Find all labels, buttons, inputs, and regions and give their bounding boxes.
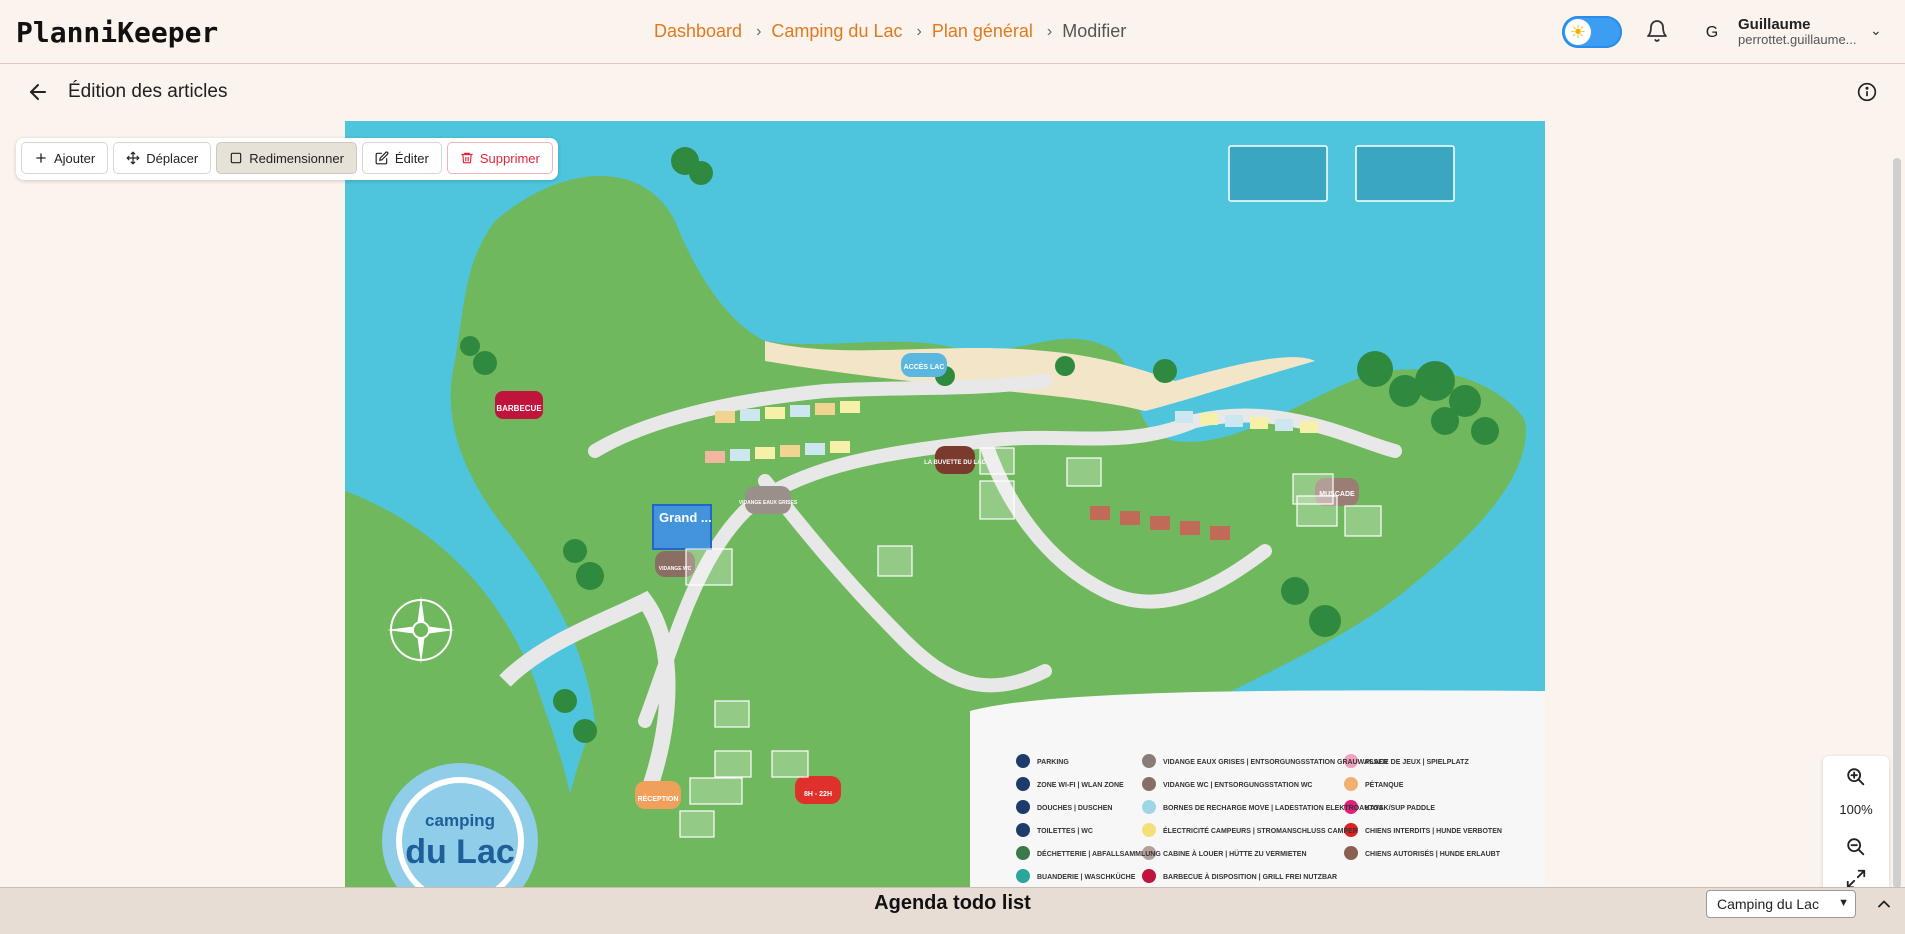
map-label-reception: RÉCEPTION <box>638 794 679 803</box>
edit-button-label: Éditer <box>394 150 429 166</box>
chevron-right-icon: › <box>756 22 762 40</box>
breadcrumb-current: Modifier <box>1062 21 1127 41</box>
map-label-buvette: LA BUVETTE DU LAC <box>924 460 986 466</box>
placeholder-item[interactable] <box>1355 145 1455 202</box>
svg-text:ZONE WI-FI | WLAN ZONE: ZONE WI-FI | WLAN ZONE <box>1037 782 1124 789</box>
chevron-down-icon: ⌄ <box>1870 22 1882 38</box>
camping-select-value: Camping du Lac <box>1717 896 1819 912</box>
move-icon <box>126 151 140 165</box>
svg-text:PLACE DE JEUX | SPIELPLATZ: PLACE DE JEUX | SPIELPLATZ <box>1365 759 1469 766</box>
back-arrow-icon[interactable] <box>26 80 50 104</box>
delete-button[interactable]: Supprimer <box>446 142 553 174</box>
chevron-right-icon: › <box>1046 22 1053 40</box>
campsite-map[interactable]: BARBECUE ACCÈS LAC LA BUVETTE DU LAC VID… <box>345 121 1545 887</box>
map-label-barbecue: BARBECUE <box>496 404 542 413</box>
zoom-out-icon[interactable] <box>1845 836 1867 858</box>
svg-text:VIDANGE EAUX GRISES | ENTSORGU: VIDANGE EAUX GRISES | ENTSORGUNGSSTATION… <box>1163 759 1388 766</box>
zoom-level: 100% <box>1839 802 1873 817</box>
svg-text:BUANDERIE | WASCHKÜCHE: BUANDERIE | WASCHKÜCHE <box>1037 872 1136 881</box>
add-button-label: Ajouter <box>54 150 96 166</box>
svg-text:DÉCHETTERIE | ABFALLSAMMLUNG: DÉCHETTERIE | ABFALLSAMMLUNG <box>1037 849 1161 858</box>
delete-button-label: Supprimer <box>479 150 540 166</box>
top-bar: PlanniKeeper Dashboard › Camping du Lac … <box>0 0 1905 64</box>
agenda-title: Agenda todo list <box>874 892 1031 914</box>
plus-icon <box>36 153 46 163</box>
svg-text:KAYAK/SUP PADDLE: KAYAK/SUP PADDLE <box>1365 805 1435 812</box>
map-label-horaires: 8H - 22H <box>804 791 832 798</box>
user-menu[interactable]: G Guillaume perrottet.guillaume... ⌄ <box>1700 16 1890 50</box>
breadcrumb-camping[interactable]: Camping du Lac <box>771 21 902 42</box>
app-logo[interactable]: PlanniKeeper <box>16 16 218 49</box>
bell-icon[interactable] <box>1645 19 1669 43</box>
sun-icon: ☀ <box>1565 19 1591 45</box>
page-header: Édition des articles <box>0 64 1905 120</box>
svg-text:CABINE À LOUER | HÜTTE ZU VERM: CABINE À LOUER | HÜTTE ZU VERMIETEN <box>1163 849 1307 858</box>
edit-toolbar: Ajouter Déplacer Redimensionner Éditer S… <box>16 138 558 180</box>
map-label-vidange-grises: VIDANGE EAUX GRISES <box>739 500 798 506</box>
svg-text:CHIENS INTERDITS | HUNDE VERBO: CHIENS INTERDITS | HUNDE VERBOTEN <box>1365 828 1502 835</box>
move-button-label: Déplacer <box>146 150 199 166</box>
resize-button-label: Redimensionner <box>249 150 344 166</box>
logo-text-du-lac: du Lac <box>405 833 515 871</box>
logo-text-camping: camping <box>425 811 495 830</box>
zoom-in-icon[interactable] <box>1845 766 1867 788</box>
svg-text:TOILETTES | WC: TOILETTES | WC <box>1037 828 1093 835</box>
page-title: Édition des articles <box>68 81 228 102</box>
map-label-acces-lac: ACCÈS LAC <box>904 362 945 371</box>
svg-text:BARBECUE À DISPOSITION | GRILL: BARBECUE À DISPOSITION | GRILL FREI NUTZ… <box>1163 872 1337 881</box>
move-button[interactable]: Déplacer <box>113 142 212 174</box>
add-button[interactable]: Ajouter <box>21 142 109 174</box>
breadcrumb-plan[interactable]: Plan général <box>932 21 1033 42</box>
avatar: G <box>1705 24 1719 41</box>
resize-button[interactable]: Redimensionner <box>216 142 357 174</box>
scrollbar[interactable] <box>1893 158 1901 888</box>
edit-button[interactable]: Éditer <box>361 142 442 174</box>
selected-map-item-label: Grand ... <box>659 510 712 525</box>
info-icon[interactable] <box>1857 82 1877 102</box>
breadcrumb-dashboard[interactable]: Dashboard <box>654 21 742 42</box>
edit-icon <box>375 151 389 165</box>
user-name: Guillaume <box>1738 16 1811 33</box>
camping-select[interactable]: Camping du Lac ▼ <box>1706 890 1856 918</box>
svg-text:BORNES DE RECHARGE MOVE | LADE: BORNES DE RECHARGE MOVE | LADESTATION EL… <box>1163 805 1384 812</box>
breadcrumb: Dashboard › Camping du Lac › Plan généra… <box>654 21 1126 42</box>
placeholder-item[interactable] <box>1228 145 1328 202</box>
user-email: perrottet.guillaume... <box>1738 32 1857 47</box>
svg-text:ÉLECTRICITÉ CAMPEURS | STROMAN: ÉLECTRICITÉ CAMPEURS | STROMANSCHLUSS CA… <box>1163 826 1358 835</box>
svg-text:PARKING: PARKING <box>1037 759 1069 766</box>
svg-text:DOUCHES | DUSCHEN: DOUCHES | DUSCHEN <box>1037 805 1112 812</box>
agenda-bar: Agenda todo list Camping du Lac ▼ <box>0 887 1905 934</box>
svg-text:CHIENS AUTORISÉS | HUNDE ERLAU: CHIENS AUTORISÉS | HUNDE ERLAUBT <box>1365 849 1501 858</box>
square-icon <box>230 152 242 164</box>
map-canvas: BARBECUE ACCÈS LAC LA BUVETTE DU LAC VID… <box>345 121 1545 887</box>
svg-text:VIDANGE WC | ENTSORGUNGSSTATIO: VIDANGE WC | ENTSORGUNGSSTATION WC <box>1163 782 1312 789</box>
chevron-down-icon: ▼ <box>1838 897 1849 909</box>
trash-icon <box>461 152 473 164</box>
chevron-right-icon: › <box>916 22 922 40</box>
zoom-controls: 100% <box>1823 756 1889 890</box>
chevron-up-icon[interactable] <box>1872 894 1896 914</box>
svg-text:PÉTANQUE: PÉTANQUE <box>1365 780 1404 789</box>
theme-toggle[interactable]: ☀ <box>1562 16 1622 48</box>
